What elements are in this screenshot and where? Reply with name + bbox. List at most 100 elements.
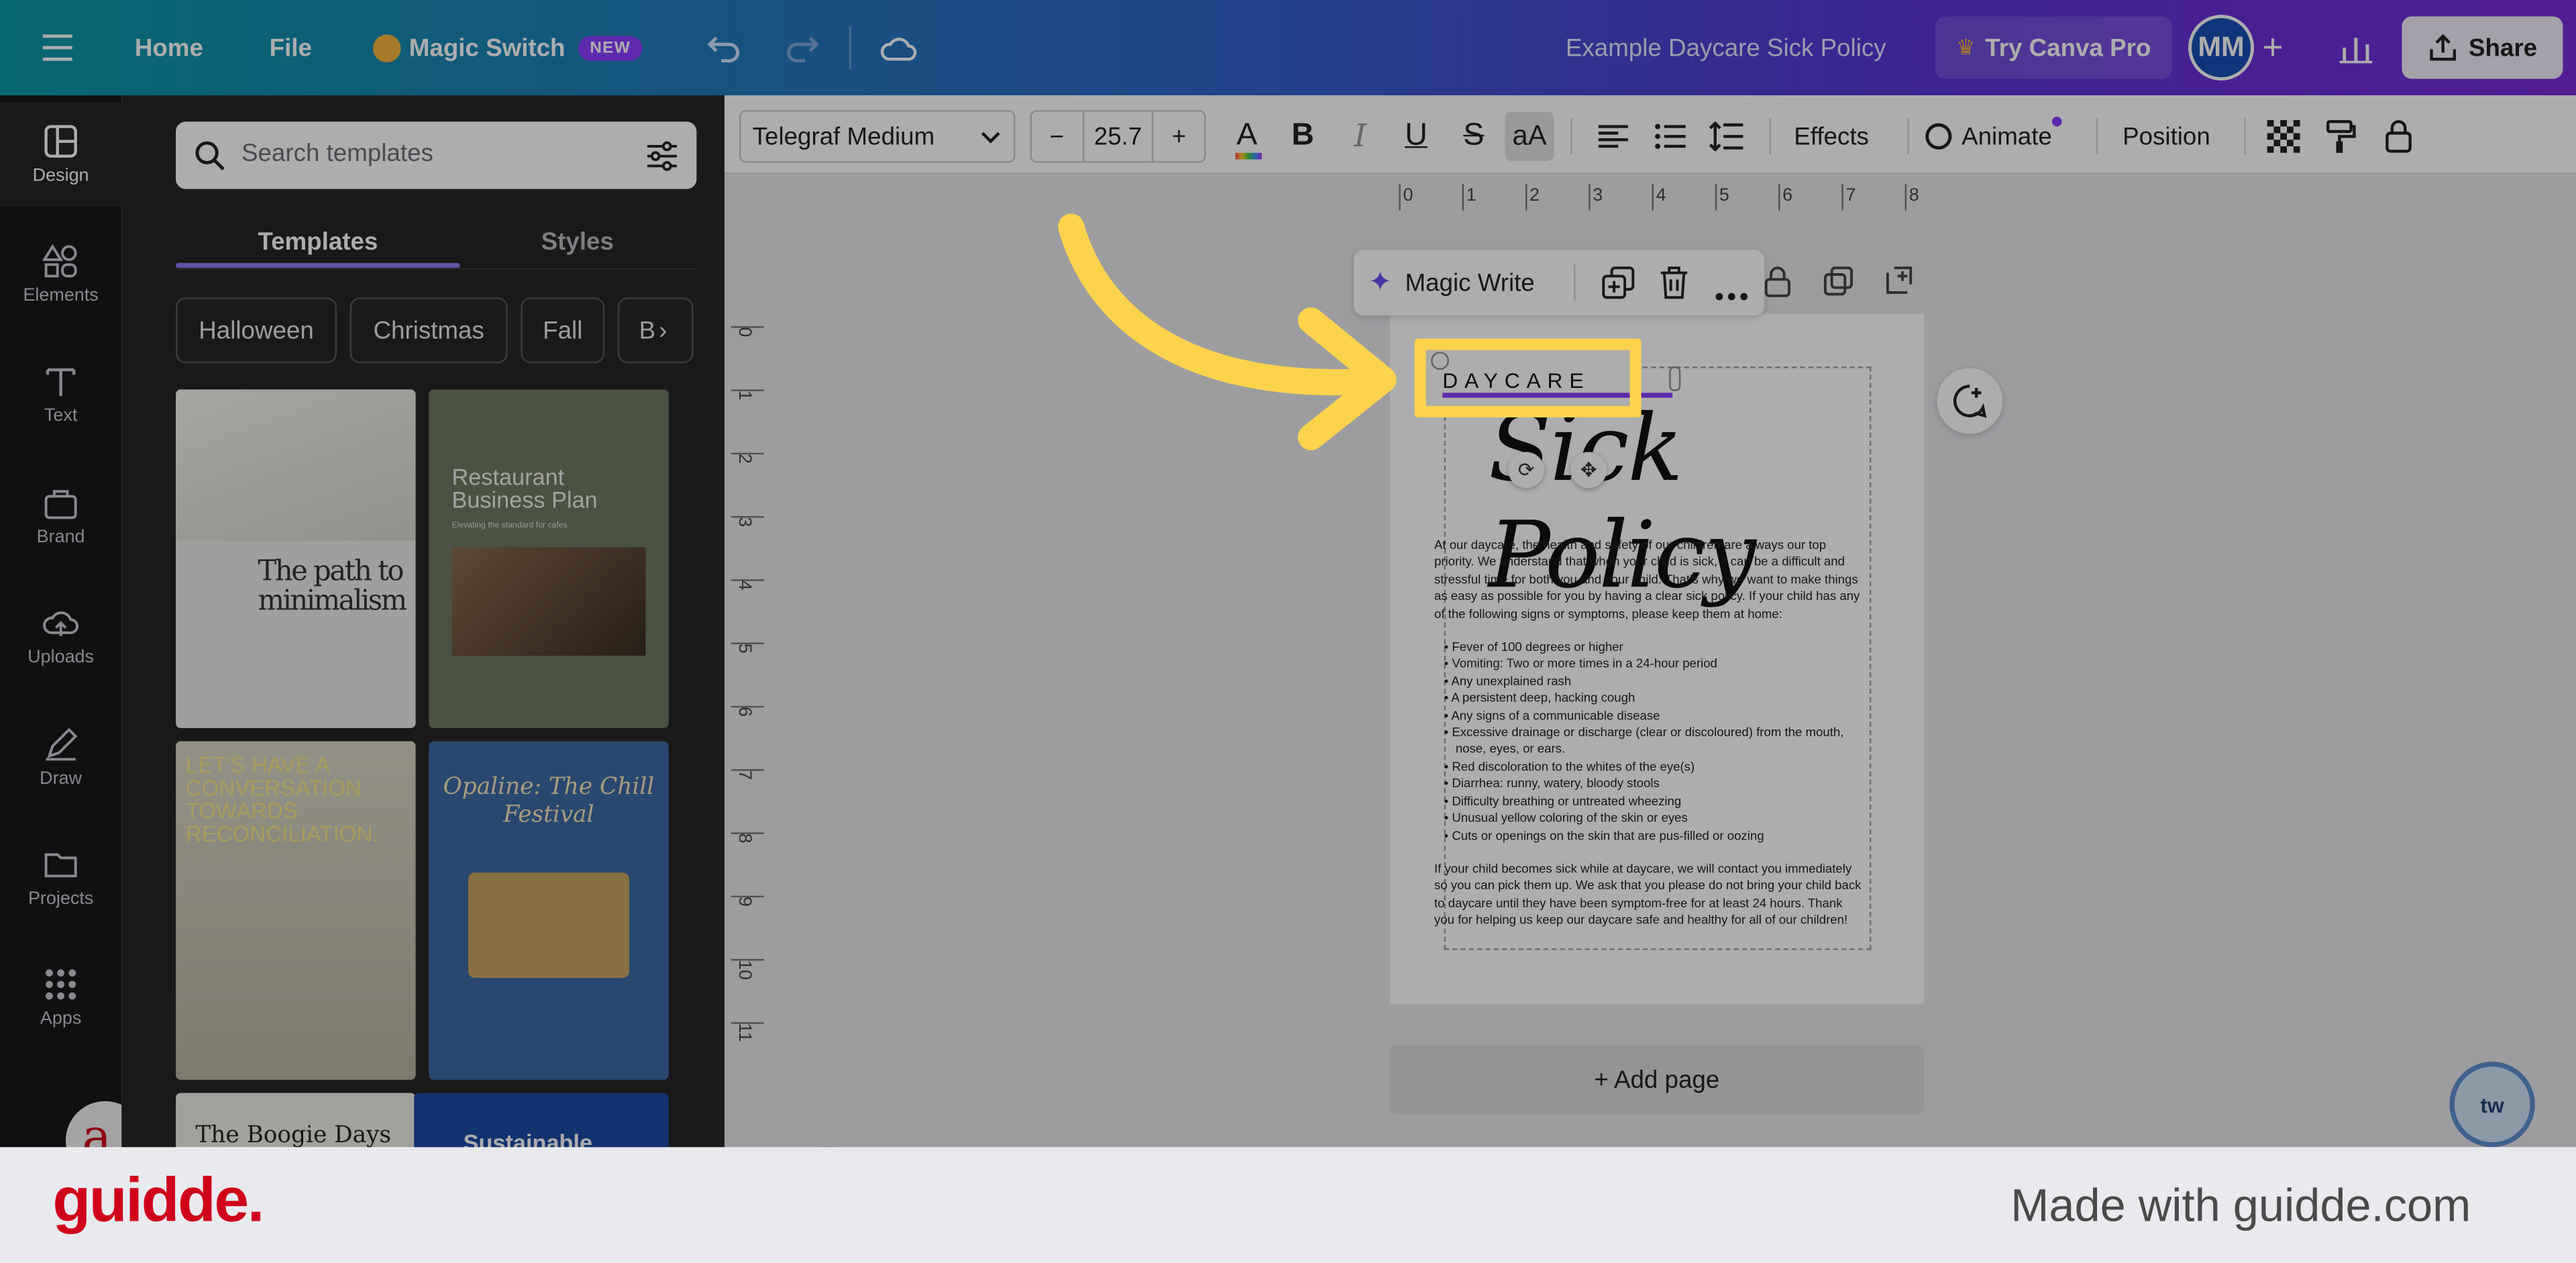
ruler-tick-label: 3: [1593, 185, 1603, 205]
list-button[interactable]: [1646, 112, 1695, 161]
ruler-tick-label: 2: [735, 454, 755, 464]
delete-button[interactable]: [1659, 266, 1688, 307]
font-name: Telegraf Medium: [752, 122, 935, 151]
tab-templates[interactable]: Templates: [176, 213, 460, 269]
filter-icon[interactable]: [645, 140, 678, 172]
made-with-text: Made with guidde.com: [2010, 1180, 2471, 1231]
undo-button[interactable]: [706, 0, 743, 95]
try-pro-button[interactable]: ♛ Try Canva Pro: [1935, 16, 2172, 79]
decrease-size-button[interactable]: −: [1032, 111, 1084, 162]
lock-icon: [1764, 266, 1790, 297]
position-button[interactable]: Position: [2123, 112, 2210, 161]
letter-case-button[interactable]: aA: [1505, 111, 1554, 162]
insights-button[interactable]: [2323, 16, 2389, 79]
rail-item-apps[interactable]: Apps: [0, 945, 121, 1050]
spacing-button[interactable]: [1702, 112, 1751, 161]
template-card[interactable]: LET'S HAVE A CONVERSATION TOWARDS RECONC…: [176, 741, 416, 1080]
apps-grid-icon: [46, 969, 76, 1000]
rail-item-design[interactable]: Design: [0, 101, 122, 207]
italic-button[interactable]: I: [1336, 112, 1385, 161]
ruler-tick-label: 1: [735, 391, 755, 401]
add-comment-button[interactable]: [1937, 368, 2003, 434]
strikethrough-button[interactable]: S: [1449, 112, 1498, 161]
tab-styles[interactable]: Styles: [460, 213, 695, 269]
transparency-button[interactable]: [2259, 112, 2308, 161]
bold-button[interactable]: B: [1278, 112, 1327, 161]
animate-button[interactable]: Animate: [1925, 112, 2062, 161]
font-size-value[interactable]: 25.7: [1084, 112, 1152, 161]
duplicate-button[interactable]: [1602, 266, 1635, 307]
home-button[interactable]: Home: [135, 0, 203, 95]
page-lock-button[interactable]: [1763, 266, 1792, 307]
policy-body[interactable]: At our daycare, the health and safety of…: [1434, 538, 1865, 929]
chip-fall[interactable]: Fall: [521, 297, 605, 364]
add-page-button[interactable]: + Add page: [1389, 1045, 1924, 1115]
template-card[interactable]: Opaline: The Chill Festival: [429, 741, 669, 1080]
symptom-item: • Any signs of a communicable disease: [1444, 707, 1660, 723]
more-options-button[interactable]: [1715, 279, 1748, 309]
align-button[interactable]: [1589, 112, 1638, 161]
rail-item-text[interactable]: Text: [0, 342, 121, 447]
text-color-button[interactable]: A: [1222, 112, 1271, 161]
template-photo: [451, 547, 646, 656]
avatar[interactable]: MM: [2188, 15, 2255, 81]
ruler-tick-label: 1: [1466, 185, 1477, 205]
comment-plus-icon: [1953, 385, 1987, 418]
upload-cloud-icon: [43, 611, 79, 636]
left-rail: Design Elements Text Brand Uploads Draw …: [0, 95, 162, 1180]
ruler-tick-label: 0: [735, 327, 755, 337]
move-icon: ✥: [1580, 458, 1597, 482]
toolbar-divider: [1907, 118, 1909, 155]
rail-item-elements[interactable]: Elements: [0, 222, 121, 327]
animate-label: Animate: [1962, 122, 2052, 151]
hamburger-icon: [42, 34, 72, 61]
rail-item-brand[interactable]: Brand: [0, 464, 121, 569]
rail-label: Projects: [28, 889, 94, 909]
footer: guidde. Made with guidde.com: [0, 1147, 2576, 1262]
chip-christmas[interactable]: Christmas: [350, 297, 508, 364]
underline-button[interactable]: U: [1391, 112, 1440, 161]
vertical-ruler: 0 1 2 3 4 5 6 7 8 9 10 11: [731, 326, 764, 1042]
elements-icon: [42, 244, 77, 278]
lock-button[interactable]: [2374, 112, 2423, 161]
font-family-select[interactable]: Telegraf Medium: [739, 110, 1016, 163]
add-collaborator-button[interactable]: +: [2262, 0, 2283, 95]
ruler-tick-label: 2: [1529, 185, 1540, 205]
help-icon: tw: [2480, 1092, 2504, 1117]
effects-button[interactable]: Effects: [1794, 112, 1869, 161]
chip-halloween[interactable]: Halloween: [176, 297, 337, 364]
file-menu-button[interactable]: File: [270, 0, 312, 95]
cloud-save-button[interactable]: [879, 0, 918, 95]
search-input[interactable]: [241, 140, 620, 168]
try-pro-label: Try Canva Pro: [1985, 34, 2151, 62]
rotate-handle[interactable]: ⟳: [1508, 452, 1545, 489]
rail-item-draw[interactable]: Draw: [0, 705, 121, 811]
magic-switch-button[interactable]: Magic Switch NEW: [372, 0, 643, 95]
side-resize-handle[interactable]: [1669, 366, 1681, 391]
rail-item-uploads[interactable]: Uploads: [0, 583, 121, 689]
redo-button[interactable]: [784, 0, 820, 95]
rail-label: Brand: [36, 527, 85, 548]
copy-style-button[interactable]: [2316, 112, 2365, 161]
template-card[interactable]: The path to minimalism: [176, 389, 416, 728]
help-assistant-button[interactable]: tw: [2449, 1062, 2535, 1148]
tutorial-highlight: [1414, 338, 1642, 418]
chip-more[interactable]: B ›: [617, 297, 694, 364]
rail-item-projects[interactable]: Projects: [0, 825, 121, 930]
ruler-tick-label: 3: [735, 517, 755, 527]
menu-button[interactable]: [42, 0, 79, 95]
increase-size-button[interactable]: +: [1152, 111, 1204, 162]
active-tab-indicator: [176, 262, 460, 268]
redo-icon: [787, 36, 819, 63]
app-stage: Home File Magic Switch NEW Example Dayca…: [0, 0, 2576, 1262]
template-title: Restaurant Business Plan: [451, 463, 598, 513]
add-page-after-button[interactable]: [1884, 266, 1914, 304]
share-button[interactable]: Share: [2402, 16, 2563, 79]
design-icon: [44, 125, 77, 158]
move-handle[interactable]: ✥: [1570, 452, 1607, 489]
template-card[interactable]: Restaurant Business Plan Elevating the s…: [429, 389, 669, 728]
symptom-item: • Difficulty breathing or untreated whee…: [1444, 793, 1682, 809]
paint-roller-icon: [2326, 120, 2356, 153]
document-title[interactable]: Example Daycare Sick Policy: [1566, 0, 1886, 95]
page-duplicate-button[interactable]: [1823, 266, 1853, 304]
